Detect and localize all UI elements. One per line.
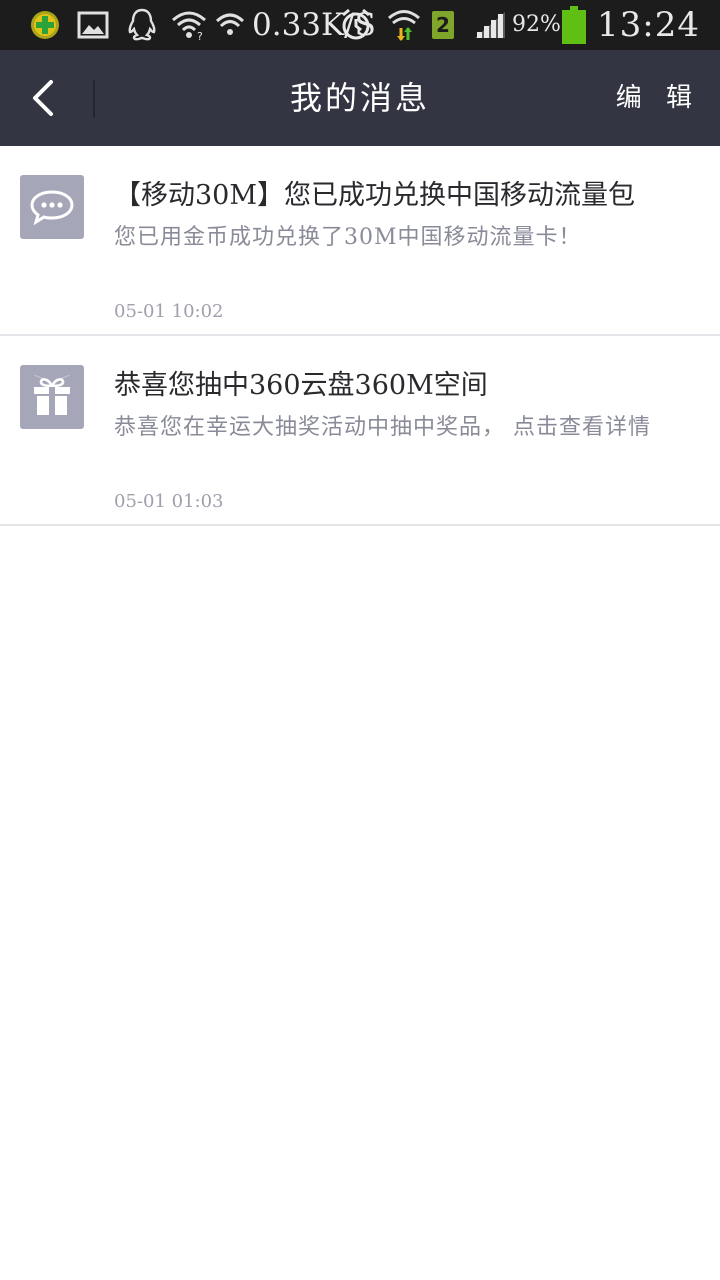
back-button[interactable] xyxy=(14,68,74,128)
wifi-icon xyxy=(214,9,246,41)
message-item-1[interactable]: 恭喜您抽中360云盘360M空间 恭喜您在幸运大抽奖活动中抽中奖品， 点击查看详… xyxy=(0,336,720,526)
message-title: 恭喜您抽中360云盘360M空间 xyxy=(114,370,488,401)
message-time: 05-01 10:02 xyxy=(114,301,224,322)
battery-icon xyxy=(561,6,587,44)
nav-divider xyxy=(93,80,95,118)
clock-text: 13:24 xyxy=(597,5,700,45)
chevron-left-icon xyxy=(33,80,53,116)
message-item-0[interactable]: 【移动30M】您已成功兑换中国移动流量包 您已用金币成功兑换了30M中国移动流量… xyxy=(0,146,720,336)
wifi-hotspot-icon: ? xyxy=(170,9,208,41)
page-title: 我的消息 xyxy=(289,79,430,117)
alarm-icon xyxy=(338,8,374,41)
message-description: 恭喜您在幸运大抽奖活动中抽中奖品， 点击查看详情 xyxy=(114,415,651,440)
message-list: 【移动30M】您已成功兑换中国移动流量包 您已用金币成功兑换了30M中国移动流量… xyxy=(0,146,720,526)
qq-icon xyxy=(125,8,159,41)
battery-percent-text: 92% xyxy=(512,12,561,37)
wifi-data-icon xyxy=(386,9,422,41)
edit-button[interactable]: 编 辑 xyxy=(616,50,700,146)
message-description: 您已用金币成功兑换了30M中国移动流量卡！ xyxy=(114,225,582,250)
signal-icon xyxy=(472,9,508,41)
chat-bubble-icon xyxy=(20,175,84,239)
svg-text:?: ? xyxy=(197,30,203,40)
sim-badge: 2 xyxy=(432,11,454,39)
sim-2-icon: 2 xyxy=(430,9,456,41)
status-bar: ? 0.33K/S 2 92% 13:24 xyxy=(0,0,720,50)
image-notification-icon xyxy=(76,9,110,41)
title-bar: 我的消息 编 辑 xyxy=(0,50,720,146)
360-security-icon xyxy=(28,9,62,41)
message-time: 05-01 01:03 xyxy=(114,491,224,512)
gift-icon xyxy=(20,365,84,429)
message-title: 【移动30M】您已成功兑换中国移动流量包 xyxy=(114,180,636,211)
